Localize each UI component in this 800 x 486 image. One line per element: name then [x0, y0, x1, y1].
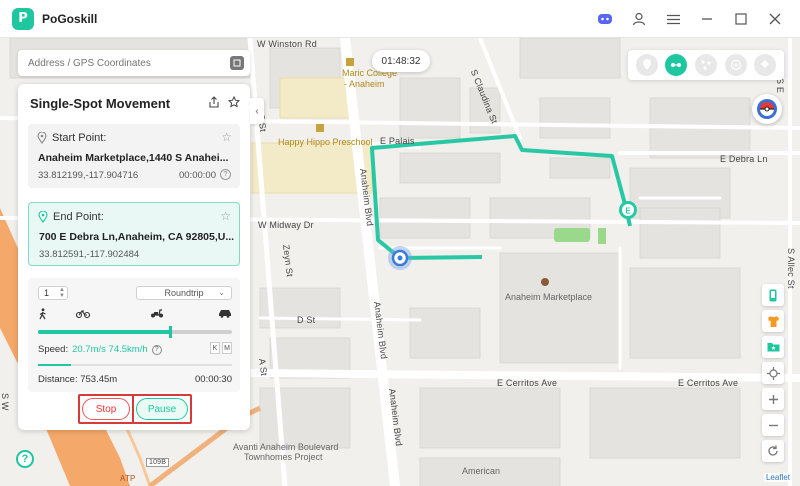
unit-km-option[interactable]: K	[210, 342, 220, 354]
street-label: S Allec St	[786, 248, 796, 289]
end-coordinates: 33.812591,-117.902484	[39, 249, 140, 260]
route-progress-fill	[38, 364, 71, 366]
street-label: D St	[297, 315, 316, 325]
scooter-icon[interactable]	[150, 308, 164, 321]
end-point-card[interactable]: End Point: ☆ 700 E Debra Ln,Anaheim, CA …	[28, 202, 240, 266]
help-icon[interactable]: ?	[151, 344, 162, 355]
multi-spot-mode-icon[interactable]	[694, 54, 717, 76]
location-pin-icon	[38, 210, 48, 226]
map-attribution[interactable]: Leaflet	[763, 473, 792, 482]
pokeball-icon[interactable]	[752, 94, 782, 124]
chevron-down-icon: ⌄	[218, 288, 225, 297]
route-mode-value: Roundtrip	[164, 288, 204, 298]
poi-label: Anaheim Marketplace	[505, 292, 593, 302]
stepper-arrows-icon[interactable]: ▲ ▼	[59, 287, 65, 299]
speed-slider[interactable]	[38, 326, 232, 338]
app-name: PoGoskill	[42, 11, 98, 26]
street-label: E Cerritos Ave	[497, 378, 558, 388]
help-icon[interactable]: ?	[220, 169, 231, 180]
street-label: E Cerritos Ave	[678, 378, 739, 388]
poi-label: Townhomes Project	[244, 452, 323, 462]
reset-rotate-icon[interactable]	[762, 440, 784, 462]
user-icon[interactable]	[630, 10, 648, 28]
speed-label: Speed:	[38, 344, 69, 355]
star-icon[interactable]: ☆	[220, 209, 231, 223]
end-address: 700 E Debra Ln,Anaheim, CA 92805,U...	[39, 231, 235, 243]
panel-title: Single-Spot Movement	[30, 96, 171, 111]
street-label: E Palais	[380, 136, 415, 146]
shirt-icon[interactable]	[762, 310, 784, 332]
route-mode-select[interactable]: Roundtrip ⌄	[136, 286, 232, 300]
start-address: Anaheim Marketplace,1440 S Anahei...	[38, 152, 229, 164]
bicycle-icon[interactable]	[75, 308, 91, 321]
speed-presets	[38, 308, 232, 322]
favorite-star-icon[interactable]	[227, 95, 241, 111]
street-label: W Winston Rd	[257, 39, 317, 49]
poi-label: American	[462, 466, 501, 476]
zoom-out-icon[interactable]	[762, 414, 784, 436]
map-tools	[762, 284, 784, 462]
start-point-label: Start Point:	[52, 132, 107, 144]
street-label: E Debra Ln	[720, 154, 768, 164]
movement-settings: 1 ▲ ▼ Roundtrip ⌄ Speed: 20.7m/s 74.5km/…	[28, 278, 240, 392]
maximize-icon[interactable]	[732, 10, 750, 28]
speed-slider-handle[interactable]	[168, 326, 172, 338]
unit-mile-option[interactable]: M	[222, 342, 232, 354]
zoom-in-icon[interactable]	[762, 388, 784, 410]
mode-switcher	[628, 50, 784, 80]
discord-icon[interactable]	[596, 10, 614, 28]
walk-icon[interactable]	[38, 308, 48, 323]
teleport-mode-icon[interactable]	[635, 54, 658, 76]
location-pin-icon	[37, 131, 47, 147]
speed-value: 20.7m/s 74.5km/h	[72, 344, 148, 355]
timer-display: 01:48:32	[372, 50, 430, 72]
search-submit-icon[interactable]	[230, 56, 244, 70]
help-question-icon[interactable]: ?	[16, 450, 34, 468]
highway-shield: 109B	[146, 458, 170, 467]
street-label: ATP	[120, 474, 136, 483]
end-point-label: End Point:	[53, 211, 104, 223]
speed-slider-fill	[38, 330, 170, 334]
street-label: S E	[775, 78, 785, 94]
menu-icon[interactable]	[664, 10, 682, 28]
poi-label: Avanti Anaheim Boulevard	[233, 442, 339, 452]
title-bar: P PoGoskill	[0, 0, 800, 38]
end-marker-label: E	[625, 207, 631, 216]
address-search-input[interactable]	[28, 57, 218, 69]
single-spot-mode-icon[interactable]	[665, 54, 688, 76]
joystick-mode-icon[interactable]	[724, 54, 747, 76]
street-label: S W	[0, 393, 10, 411]
close-icon[interactable]	[766, 10, 784, 28]
car-icon[interactable]	[218, 308, 232, 321]
star-icon[interactable]: ☆	[221, 130, 232, 144]
saved-folder-icon[interactable]	[762, 336, 784, 358]
phone-icon[interactable]	[762, 284, 784, 306]
collapse-panel-chevron-icon[interactable]: ‹	[250, 98, 264, 124]
duration-text: 00:00:30	[195, 374, 232, 385]
route-progress-bar	[38, 364, 232, 366]
poi-label: - Anaheim	[344, 79, 385, 89]
share-icon[interactable]	[208, 96, 220, 111]
distance-text: Distance: 753.45m	[38, 374, 118, 385]
start-point-card[interactable]: Start Point: ☆ Anaheim Marketplace,1440 …	[28, 124, 240, 188]
loop-count-value: 1	[44, 288, 50, 298]
locate-me-icon[interactable]	[762, 362, 784, 384]
start-time: 00:00:00	[179, 170, 216, 181]
app-logo: P	[12, 7, 34, 30]
street-label: W Midway Dr	[258, 220, 314, 230]
poi-label: Happy Hippo Preschool	[278, 137, 373, 147]
search-box	[18, 50, 250, 76]
pause-button[interactable]: Pause	[136, 398, 188, 420]
stop-button[interactable]: Stop	[82, 398, 130, 420]
start-coordinates: 33.812199,-117.904716	[38, 170, 139, 181]
minimize-icon[interactable]	[698, 10, 716, 28]
loop-count-stepper[interactable]: 1 ▲ ▼	[38, 286, 68, 300]
jump-mode-icon[interactable]	[754, 54, 777, 76]
street-label: A St	[257, 358, 270, 377]
unit-toggle[interactable]: K M	[210, 342, 232, 354]
movement-panel: Single-Spot Movement Start Point: ☆ Anah…	[18, 84, 250, 430]
